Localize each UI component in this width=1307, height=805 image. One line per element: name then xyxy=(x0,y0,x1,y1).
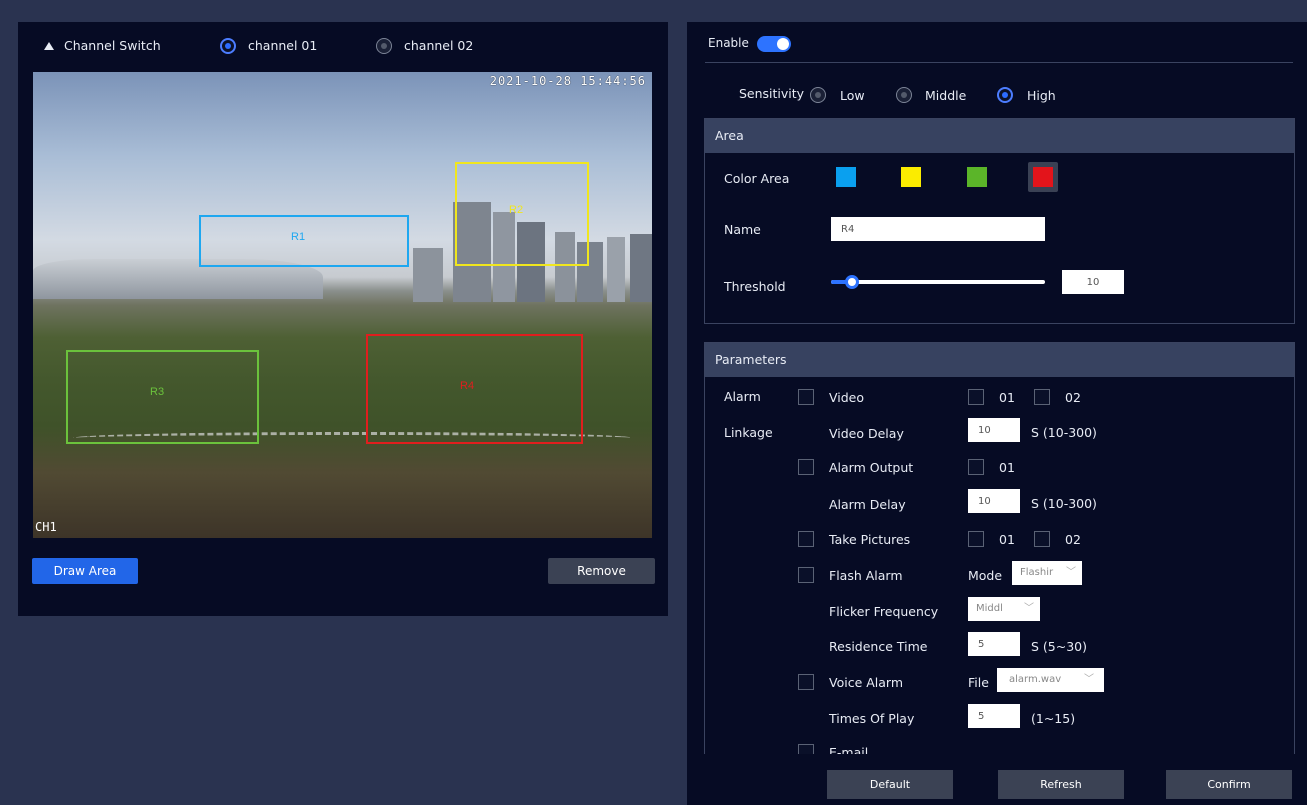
video-delay-label: Video Delay xyxy=(829,426,904,441)
take-pictures-ch02-label: 02 xyxy=(1065,532,1081,547)
threshold-input[interactable] xyxy=(1062,270,1124,294)
flash-alarm-checkbox[interactable] xyxy=(798,567,814,583)
roi-r3[interactable]: R3 xyxy=(66,350,259,444)
video-ch02-checkbox[interactable] xyxy=(1034,389,1050,405)
times-of-play-label: Times Of Play xyxy=(829,711,915,726)
channel-switch-label: Channel Switch xyxy=(64,38,161,53)
voice-alarm-checkbox[interactable] xyxy=(798,674,814,690)
roi-r4[interactable]: R4 xyxy=(366,334,583,444)
sensitivity-middle-label[interactable]: Middle xyxy=(925,88,966,103)
chevron-down-icon: ﹀ xyxy=(1066,567,1076,578)
chevron-down-icon: ﹀ xyxy=(1024,603,1034,614)
draw-area-button[interactable]: Draw Area xyxy=(32,558,138,584)
channel-bar: Channel Switch channel 01 channel 02 xyxy=(18,22,668,70)
enable-label: Enable xyxy=(708,36,749,50)
file-label: File xyxy=(968,675,989,690)
file-select[interactable]: alarm.wav ﹀ xyxy=(997,668,1104,692)
sensitivity-high-label[interactable]: High xyxy=(1027,88,1056,103)
voice-alarm-label: Voice Alarm xyxy=(829,675,904,690)
video-delay-input[interactable] xyxy=(968,418,1020,442)
parameters-section-title: Parameters xyxy=(705,343,1294,377)
color-area-label: Color Area xyxy=(724,171,790,186)
alarm-output-label: Alarm Output xyxy=(829,460,914,475)
times-of-play-input[interactable] xyxy=(968,704,1020,728)
roi-r1[interactable]: R1 xyxy=(199,215,409,267)
residence-time-label: Residence Time xyxy=(829,639,928,654)
residence-time-input[interactable] xyxy=(968,632,1020,656)
flash-alarm-label: Flash Alarm xyxy=(829,568,903,583)
alarm-delay-input[interactable] xyxy=(968,489,1020,513)
settings-panel: Enable Sensitivity Low Middle High Area … xyxy=(687,22,1307,805)
video-ch01-label: 01 xyxy=(999,390,1015,405)
flicker-frequency-label: Flicker Frequency xyxy=(829,604,939,619)
take-pictures-ch02-checkbox[interactable] xyxy=(1034,531,1050,547)
sensitivity-low-radio[interactable] xyxy=(810,87,826,103)
confirm-button[interactable]: Confirm xyxy=(1166,770,1292,799)
alarm-output-ch01-checkbox[interactable] xyxy=(968,459,984,475)
channel-02-radio[interactable] xyxy=(376,38,392,54)
sensitivity-middle-radio[interactable] xyxy=(896,87,912,103)
take-pictures-checkbox[interactable] xyxy=(798,531,814,547)
residence-time-range: S (5~30) xyxy=(1031,639,1087,654)
video-preview[interactable]: R1 R2 R3 R4 2021-10-28 15:44:56 CH1 xyxy=(33,72,652,538)
chevron-down-icon: ﹀ xyxy=(1084,674,1094,685)
take-pictures-label: Take Pictures xyxy=(829,532,911,547)
times-of-play-range: (1~15) xyxy=(1031,711,1076,726)
flicker-frequency-select[interactable]: Middl ﹀ xyxy=(968,597,1040,621)
channel-02-label[interactable]: channel 02 xyxy=(404,38,473,53)
video-label: Video xyxy=(829,390,865,405)
video-delay-range: S (10-300) xyxy=(1031,425,1097,440)
threshold-label: Threshold xyxy=(724,279,786,294)
sensitivity-label: Sensitivity xyxy=(739,86,805,101)
channel-01-label[interactable]: channel 01 xyxy=(248,38,317,53)
sensitivity-high-radio[interactable] xyxy=(997,87,1013,103)
alarm-output-ch01-label: 01 xyxy=(999,460,1015,475)
channel-01-radio[interactable] xyxy=(220,38,236,54)
alarm-output-checkbox[interactable] xyxy=(798,459,814,475)
name-label: Name xyxy=(724,222,761,237)
mode-label: Mode xyxy=(968,568,1003,583)
divider xyxy=(705,62,1293,63)
linkage-label: Linkage xyxy=(724,425,773,440)
color-swatch-blue[interactable] xyxy=(836,167,856,187)
area-name-input[interactable] xyxy=(831,217,1045,241)
collapse-triangle-icon[interactable] xyxy=(44,42,54,50)
take-pictures-ch01-checkbox[interactable] xyxy=(968,531,984,547)
video-osd-channel: CH1 xyxy=(35,520,57,534)
color-swatch-green[interactable] xyxy=(967,167,987,187)
preview-panel: Channel Switch channel 01 channel 02 R1 … xyxy=(18,22,668,616)
color-swatch-yellow[interactable] xyxy=(901,167,921,187)
alarm-label: Alarm xyxy=(724,389,761,404)
mode-select[interactable]: Flashir ﹀ xyxy=(1012,561,1082,585)
alarm-delay-label: Alarm Delay xyxy=(829,497,906,512)
video-timestamp: 2021-10-28 15:44:56 xyxy=(489,74,646,88)
video-ch02-label: 02 xyxy=(1065,390,1081,405)
video-checkbox[interactable] xyxy=(798,389,814,405)
email-label: E-mail xyxy=(829,745,869,754)
video-ch01-checkbox[interactable] xyxy=(968,389,984,405)
threshold-slider-handle[interactable] xyxy=(845,275,860,289)
enable-toggle[interactable] xyxy=(757,36,791,52)
take-pictures-ch01-label: 01 xyxy=(999,532,1015,547)
sensitivity-low-label[interactable]: Low xyxy=(840,88,865,103)
remove-button[interactable]: Remove xyxy=(548,558,655,584)
alarm-delay-range: S (10-300) xyxy=(1031,496,1097,511)
area-section-title: Area xyxy=(705,119,1294,153)
email-checkbox[interactable] xyxy=(798,744,814,754)
roi-r2[interactable]: R2 xyxy=(455,162,589,266)
area-section: Area Color Area Name Threshold xyxy=(704,118,1295,324)
color-swatch-red[interactable] xyxy=(1033,167,1053,187)
default-button[interactable]: Default xyxy=(827,770,953,799)
threshold-slider[interactable] xyxy=(831,275,1045,289)
parameters-section: Parameters Alarm Linkage Video 01 02 Vid… xyxy=(704,342,1295,754)
refresh-button[interactable]: Refresh xyxy=(998,770,1124,799)
